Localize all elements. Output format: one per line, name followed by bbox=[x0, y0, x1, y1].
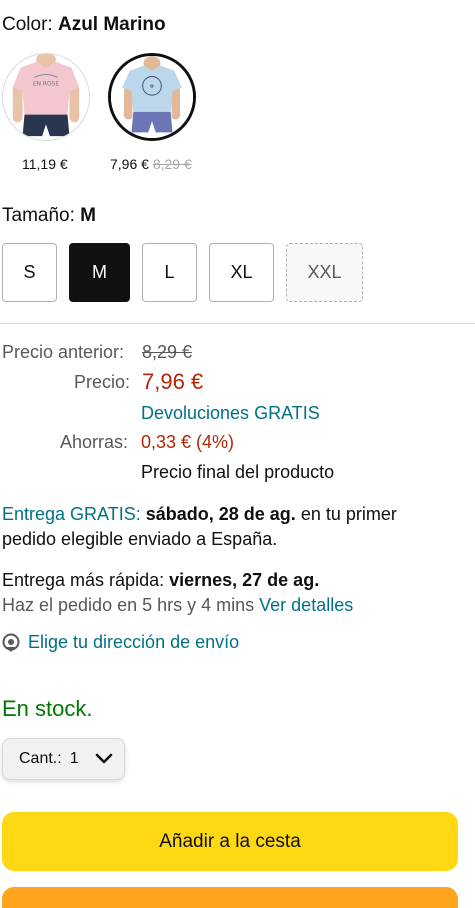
quantity-label: Cant.: bbox=[19, 750, 62, 767]
fast-delivery-info: Entrega más rápida: viernes, 27 de ag. H… bbox=[2, 568, 442, 618]
color-label: Color: bbox=[2, 14, 53, 35]
size-option-xxl-unavailable[interactable]: XXL bbox=[286, 243, 363, 302]
size-value: M bbox=[80, 205, 96, 226]
size-option-l[interactable]: L bbox=[142, 243, 197, 302]
swatch-old-price: 8,29 € bbox=[152, 156, 192, 172]
fast-delivery-date: viernes, 27 de ag. bbox=[169, 570, 320, 590]
color-line: Color: Azul Marino bbox=[2, 14, 166, 36]
previous-price-label: Precio anterior: bbox=[2, 342, 125, 362]
shirt-blue-image: ✿ bbox=[111, 56, 193, 138]
size-option-s[interactable]: S bbox=[2, 243, 57, 302]
swatch-price-blue: 7,96 € 8,29 € bbox=[110, 156, 192, 172]
add-to-cart-button[interactable]: Añadir a la cesta bbox=[2, 812, 458, 871]
swatch-price-pink: 11,19 € bbox=[22, 156, 68, 172]
savings-value: 0,33 € (4%) bbox=[141, 432, 235, 452]
fast-delivery-label: Entrega más rápida: bbox=[2, 570, 165, 590]
delivery-date: sábado, 28 de ag. bbox=[145, 504, 296, 524]
buy-now-button[interactable] bbox=[2, 887, 458, 908]
svg-text:EN ROSE: EN ROSE bbox=[33, 81, 59, 87]
size-option-xl[interactable]: XL bbox=[209, 243, 274, 302]
address-link[interactable]: Elige tu dirección de envío bbox=[28, 632, 239, 653]
size-label: Tamaño: bbox=[2, 205, 75, 226]
swatch-blue-shirt[interactable]: ✿ bbox=[108, 53, 196, 141]
quantity-value: 1 bbox=[69, 750, 79, 767]
order-countdown: Haz el pedido en 5 hrs y 4 mins bbox=[2, 595, 255, 615]
shirt-pink-image: EN ROSE bbox=[3, 54, 89, 140]
swatch-pink-shirt[interactable]: EN ROSE bbox=[2, 53, 90, 141]
savings-label: Ahorras: bbox=[60, 432, 129, 452]
free-delivery-link[interactable]: Entrega GRATIS: bbox=[2, 504, 141, 524]
swatch-current-price: 7,96 € bbox=[110, 156, 149, 172]
size-option-m[interactable]: M bbox=[69, 243, 130, 302]
color-value: Azul Marino bbox=[57, 14, 166, 35]
price-label: Precio: bbox=[74, 372, 131, 392]
chevron-down-icon bbox=[95, 753, 112, 764]
final-price-note: Precio final del producto bbox=[141, 462, 335, 482]
divider bbox=[0, 323, 475, 324]
free-returns-link[interactable]: Devoluciones GRATIS bbox=[141, 403, 320, 424]
previous-price-value: 8,29 € bbox=[142, 342, 193, 362]
quantity-dropdown[interactable]: Cant.: 1 bbox=[2, 738, 125, 780]
location-pin-icon bbox=[2, 633, 20, 652]
svg-text:✿: ✿ bbox=[150, 84, 154, 90]
stock-status: En stock. bbox=[2, 696, 93, 721]
delivery-info: Entrega GRATIS: sábado, 28 de ag. en tu … bbox=[2, 502, 442, 552]
details-link[interactable]: Ver detalles bbox=[259, 595, 353, 615]
address-selector[interactable]: Elige tu dirección de envío bbox=[2, 632, 239, 653]
size-line: Tamaño: M bbox=[2, 205, 96, 227]
price-value: 7,96 € bbox=[142, 369, 204, 394]
